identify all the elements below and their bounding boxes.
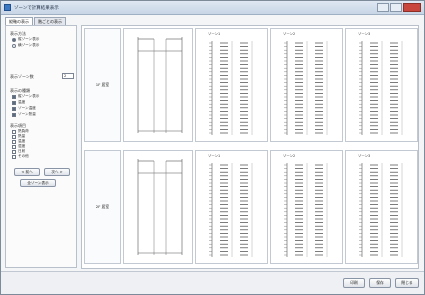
zone-plot: ゾーン3	[345, 28, 418, 142]
check-type-3[interactable]: ゾーン温度	[12, 106, 36, 111]
overview-drawing	[137, 159, 183, 255]
window-controls	[377, 3, 421, 12]
bottom-bar: 印刷 保存 閉じる	[1, 271, 424, 294]
results-area: 1F 居室 ゾーン1 ゾーン2 ゾーン3 2F 居室 ゾーン1 ゾーン2 ゾーン…	[81, 25, 419, 269]
zone-count-stepper[interactable]: 2	[62, 73, 74, 79]
check-type-4-label: ゾーン熱量	[18, 112, 36, 116]
radio-horizontal[interactable]: 横ゾーン表示	[12, 43, 39, 48]
zone-plot: ゾーン2	[270, 28, 343, 142]
app-icon	[4, 4, 11, 11]
zone-plot: ゾーン1	[195, 150, 268, 264]
row-label: 2F 居室	[84, 150, 121, 264]
title-bar: ゾーンで計算結果表示	[1, 1, 424, 15]
plot-graph	[284, 163, 328, 257]
check-type-1[interactable]: 縦ゾーン表示	[12, 94, 39, 99]
settings-panel: 表示方法 縦ゾーン表示 横ゾーン表示 表示ゾーン数 2 表示の種類 縦ゾーン表示…	[5, 25, 77, 268]
radio-horizontal-label: 横ゾーン表示	[18, 43, 40, 47]
plot-graph	[359, 163, 403, 257]
check-type-4[interactable]: ゾーン熱量	[12, 112, 36, 117]
zone-plot: ゾーン2	[270, 150, 343, 264]
close-button[interactable]: 閉じる	[395, 278, 419, 288]
zone-overview	[123, 150, 193, 264]
window-title: ゾーンで計算結果表示	[14, 6, 59, 11]
plot-graph	[284, 41, 328, 135]
tab-vertical[interactable]: 縦軸の表示	[5, 17, 33, 25]
plot-graph	[209, 41, 253, 135]
plot-graph	[209, 163, 253, 257]
zone-plot: ゾーン1	[195, 28, 268, 142]
app-window: ゾーンで計算結果表示 縦軸の表示 階ごとの表示 表示方法 縦ゾーン表示 横ゾーン…	[0, 0, 425, 295]
next-button[interactable]: 次へ >	[44, 168, 70, 176]
show-all-zones-button[interactable]: 全ゾーン表示	[20, 179, 56, 187]
plot-graph	[359, 41, 403, 135]
row-label: 1F 居室	[84, 28, 121, 142]
minimize-icon[interactable]	[377, 3, 389, 12]
overview-drawing	[137, 37, 183, 133]
prev-button[interactable]: < 前へ	[14, 168, 40, 176]
radio-vertical[interactable]: 縦ゾーン表示	[12, 37, 39, 42]
tab-bar: 縦軸の表示 階ごとの表示	[5, 17, 66, 25]
check-type-2[interactable]: 温度	[12, 100, 25, 105]
zone-count-label: 表示ゾーン数	[10, 74, 34, 79]
print-button[interactable]: 印刷	[343, 278, 365, 288]
check-item-6-label: その他	[18, 154, 29, 158]
zone-overview	[123, 28, 193, 142]
maximize-icon[interactable]	[390, 3, 402, 12]
close-icon[interactable]	[403, 3, 421, 12]
check-type-3-label: ゾーン温度	[18, 106, 36, 110]
check-type-2-label: 温度	[18, 100, 26, 104]
save-button[interactable]: 保存	[369, 278, 391, 288]
tab-floor[interactable]: 階ごとの表示	[34, 17, 66, 25]
check-item-6[interactable]: その他	[12, 154, 29, 159]
check-type-1-label: 縦ゾーン表示	[18, 94, 40, 98]
zone-plot: ゾーン3	[345, 150, 418, 264]
radio-vertical-label: 縦ゾーン表示	[18, 37, 40, 41]
